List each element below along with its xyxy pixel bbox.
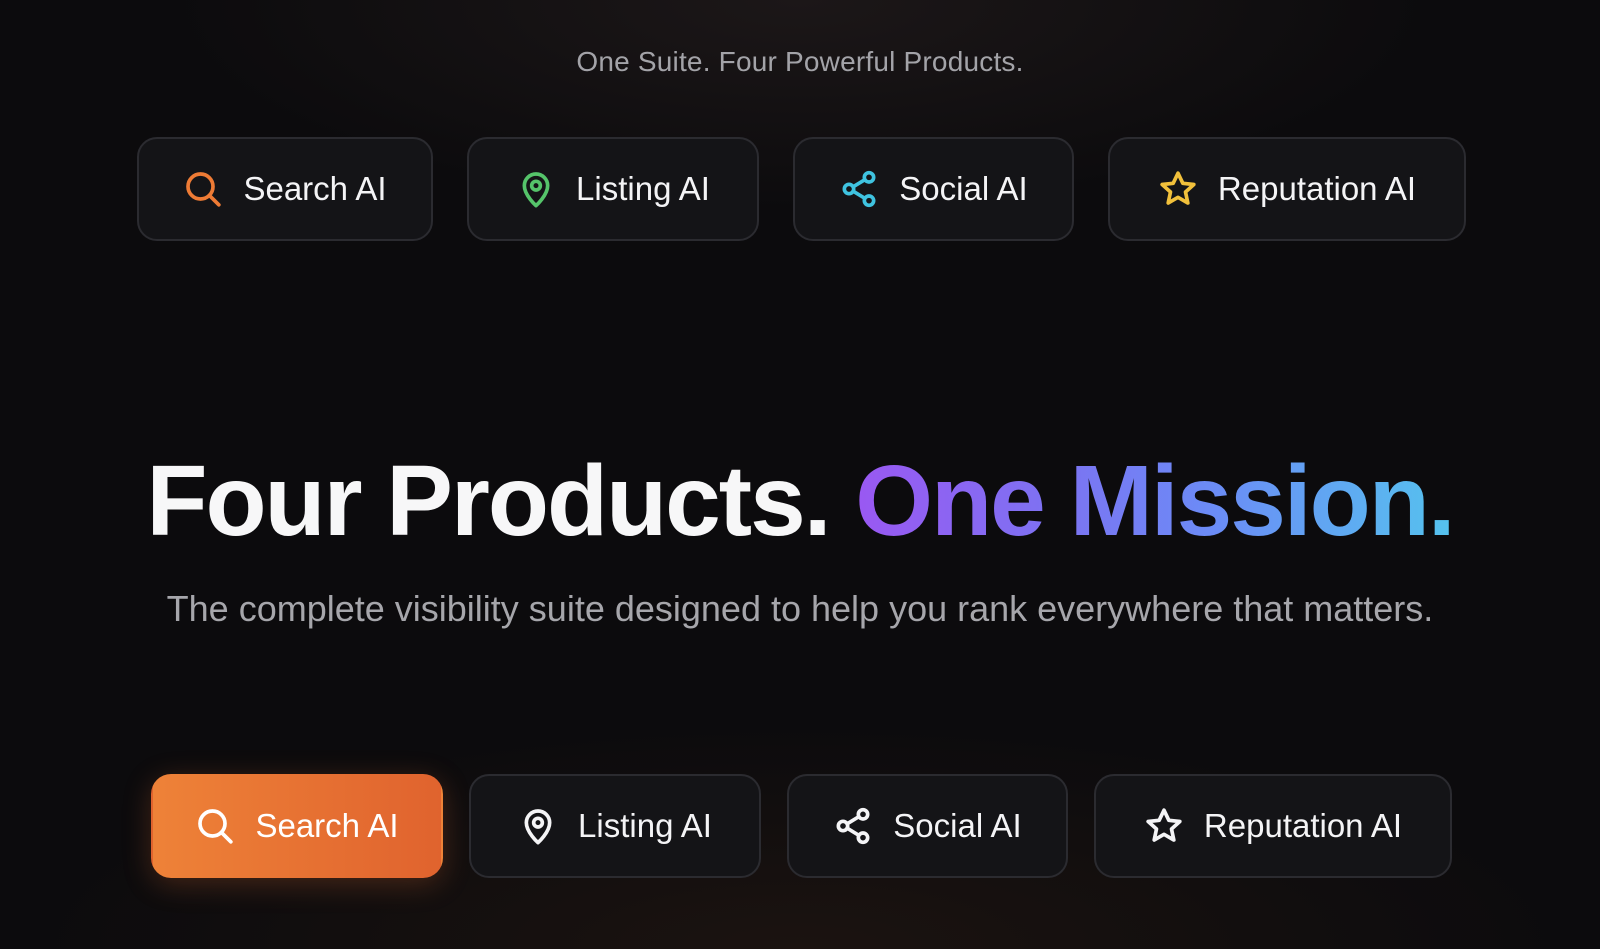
product-label: Social AI bbox=[899, 170, 1028, 207]
product-label: Reputation AI bbox=[1217, 170, 1417, 207]
search-icon bbox=[195, 806, 235, 846]
map-pin-icon bbox=[518, 806, 558, 846]
product-label: Listing AI bbox=[576, 170, 710, 207]
tab-reputation-ai[interactable]: Reputation AI bbox=[1094, 774, 1452, 878]
tab-label: Social AI bbox=[893, 807, 1022, 844]
product-social-ai[interactable]: Social AI bbox=[793, 137, 1074, 241]
product-row: Search AI Listing AI Social AI Reputatio… bbox=[0, 137, 1600, 241]
tab-label: Search AI bbox=[255, 807, 399, 844]
tab-listing-ai[interactable]: Listing AI bbox=[469, 774, 761, 878]
product-tabs: Search AI Listing AI Social AI Reputatio… bbox=[0, 774, 1600, 878]
product-label: Search AI bbox=[243, 170, 387, 207]
product-listing-ai[interactable]: Listing AI bbox=[467, 137, 759, 241]
star-icon bbox=[1144, 806, 1184, 846]
share-icon bbox=[833, 806, 873, 846]
tab-search-ai[interactable]: Search AI bbox=[151, 774, 443, 878]
star-icon bbox=[1158, 169, 1198, 209]
tab-label: Listing AI bbox=[578, 807, 712, 844]
tab-social-ai[interactable]: Social AI bbox=[787, 774, 1068, 878]
hero-subheadline: The complete visibility suite designed t… bbox=[166, 588, 1434, 629]
hero-headline: Four Products. One Mission. bbox=[0, 446, 1600, 556]
search-icon bbox=[183, 169, 223, 209]
headline-part-1: Four Products. bbox=[146, 445, 831, 557]
product-search-ai[interactable]: Search AI bbox=[137, 137, 433, 241]
share-icon bbox=[839, 169, 879, 209]
headline-part-2: One Mission. bbox=[855, 445, 1455, 557]
product-reputation-ai[interactable]: Reputation AI bbox=[1108, 137, 1466, 241]
map-pin-icon bbox=[516, 169, 556, 209]
tab-label: Reputation AI bbox=[1203, 807, 1403, 844]
eyebrow-text: One Suite. Four Powerful Products. bbox=[576, 46, 1024, 77]
